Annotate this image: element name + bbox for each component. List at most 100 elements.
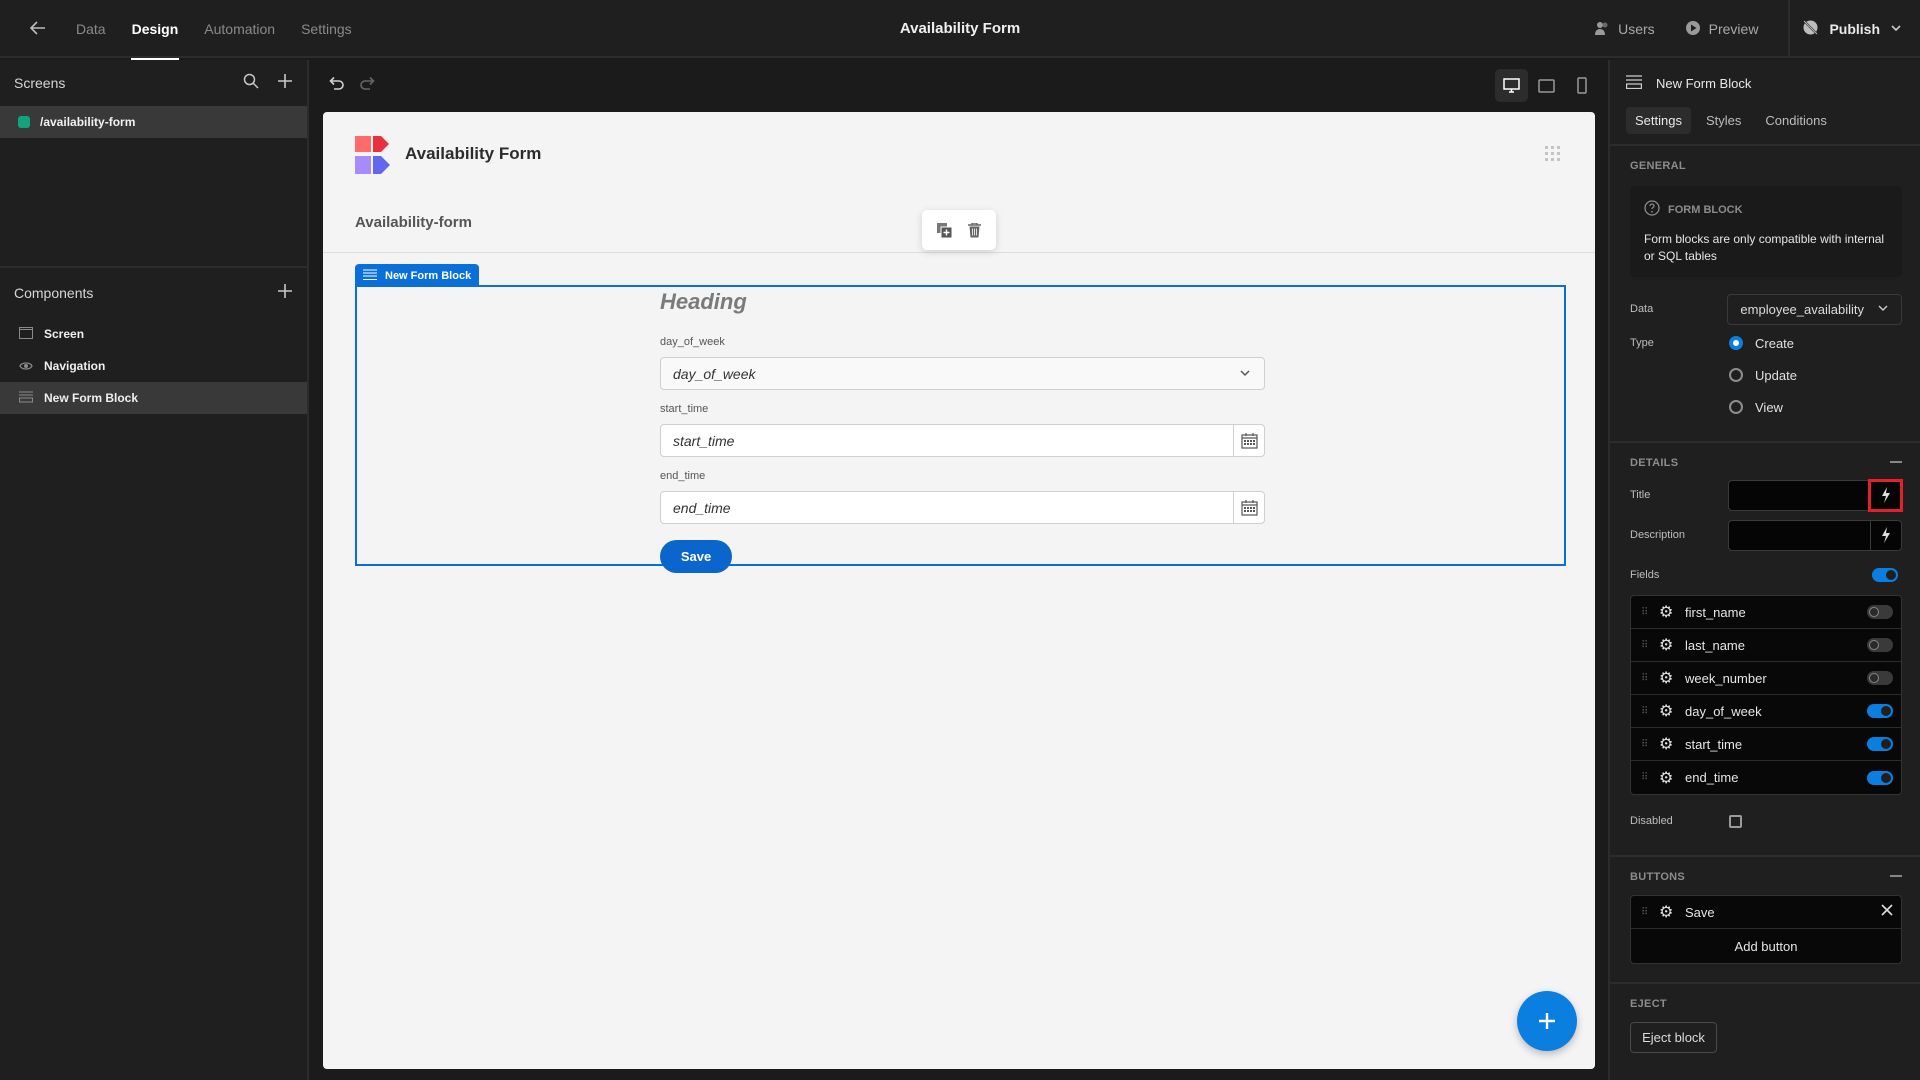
form-block-icon [18, 391, 34, 406]
close-icon[interactable] [1881, 903, 1893, 921]
calendar-icon[interactable] [1233, 425, 1264, 456]
data-source-value: employee_availability [1740, 301, 1864, 317]
info-box: FORM BLOCK Form blocks are only compatib… [1630, 186, 1902, 277]
radio-label: View [1755, 399, 1783, 415]
drag-handle-icon[interactable]: ⠿ [1641, 907, 1649, 918]
start-time-input[interactable]: start_time [660, 424, 1265, 457]
collapse-icon[interactable] [1890, 869, 1902, 885]
field-name: first_name [1685, 604, 1746, 620]
binding-lightning-icon[interactable] [1868, 478, 1903, 512]
nav-link[interactable]: Availability-form [355, 214, 472, 231]
search-icon[interactable] [243, 73, 259, 94]
button-row: ⠿ ⚙ Save [1631, 896, 1901, 929]
form-block-tag[interactable]: New Form Block [355, 264, 480, 287]
tab-settings-panel[interactable]: Settings [1626, 106, 1691, 134]
back-arrow-icon[interactable] [28, 18, 50, 40]
end-time-input[interactable]: end_time [660, 491, 1265, 524]
drag-handle-icon[interactable]: ⠿ [1641, 607, 1649, 618]
field-toggle[interactable] [1867, 671, 1893, 685]
field-toggle[interactable] [1867, 770, 1893, 785]
button-name: Save [1685, 904, 1715, 920]
redo-icon[interactable] [359, 74, 377, 97]
drag-handle-icon[interactable]: ⠿ [1641, 673, 1649, 684]
field-toggle[interactable] [1867, 737, 1893, 751]
add-component-fab[interactable] [1517, 991, 1577, 1051]
gear-icon[interactable]: ⚙ [1659, 734, 1673, 754]
field-toggle[interactable] [1867, 638, 1893, 652]
drag-handle-icon[interactable]: ⠿ [1641, 640, 1649, 651]
eject-section: EJECT Eject block [1610, 984, 1920, 1053]
component-item-new-form-block[interactable]: New Form Block [0, 382, 307, 414]
components-header: Components [0, 268, 307, 318]
tab-data[interactable]: Data [75, 0, 107, 58]
field-toggle[interactable] [1867, 704, 1893, 718]
tablet-view-icon[interactable] [1530, 69, 1563, 102]
drag-handle-icon[interactable]: ⠿ [1641, 772, 1649, 783]
users-icon [1594, 20, 1610, 39]
component-item-navigation[interactable]: Navigation [0, 350, 307, 382]
screen-item[interactable]: /availability-form [0, 106, 307, 138]
add-component-icon[interactable] [277, 283, 293, 304]
calendar-icon[interactable] [1233, 492, 1264, 523]
type-radio-update[interactable]: Update [1729, 359, 1902, 391]
day-of-week-select[interactable]: day_of_week [660, 357, 1265, 390]
preview-canvas[interactable]: Availability Form Availability-form New … [323, 112, 1595, 1069]
preview-label: Preview [1708, 21, 1759, 37]
tab-conditions[interactable]: Conditions [1756, 107, 1835, 134]
drag-grid-icon[interactable] [1545, 146, 1561, 162]
title-input-field[interactable] [1729, 481, 1870, 510]
general-title: GENERAL [1630, 160, 1686, 172]
type-radio-view[interactable]: View [1729, 391, 1902, 423]
buttons-title: BUTTONS [1630, 871, 1686, 883]
fields-toggle[interactable] [1872, 568, 1898, 582]
tab-styles[interactable]: Styles [1697, 107, 1750, 134]
title-label: Title [1630, 489, 1651, 501]
drag-handle-icon[interactable]: ⠿ [1641, 706, 1649, 717]
component-actions-popover [922, 210, 996, 250]
fields-list: ⠿ ⚙ first_name ⠿ ⚙ last_name ⠿ ⚙ week_nu… [1630, 595, 1902, 795]
gear-icon[interactable]: ⚙ [1659, 902, 1673, 922]
screens-header: Screens [0, 60, 307, 106]
design-area: Availability Form Availability-form New … [311, 60, 1608, 1080]
data-source-select[interactable]: employee_availability [1727, 293, 1902, 325]
form-save-button[interactable]: Save [660, 540, 732, 573]
gear-icon[interactable]: ⚙ [1659, 668, 1673, 688]
gear-icon[interactable]: ⚙ [1659, 635, 1673, 655]
canvas-toolbar [311, 60, 1608, 112]
undo-icon[interactable] [327, 74, 345, 97]
binding-lightning-icon[interactable] [1870, 520, 1901, 550]
add-button[interactable]: Add button [1631, 929, 1901, 963]
eject-block-button[interactable]: Eject block [1630, 1022, 1717, 1053]
preview-button[interactable]: Preview [1685, 20, 1759, 39]
form-block[interactable]: New Form Block Heading day_of_week day_o… [355, 264, 1566, 573]
gear-icon[interactable]: ⚙ [1659, 701, 1673, 721]
users-button[interactable]: Users [1594, 20, 1655, 39]
desktop-view-icon[interactable] [1495, 69, 1528, 102]
gear-icon[interactable]: ⚙ [1659, 602, 1673, 622]
add-screen-icon[interactable] [277, 73, 293, 94]
title-input [1727, 478, 1903, 512]
collapse-icon[interactable] [1890, 455, 1902, 471]
publish-button[interactable]: Publish [1788, 0, 1920, 58]
components-section: Components Screen Navigation New Form Bl… [0, 266, 307, 414]
type-radio-create[interactable]: Create [1729, 336, 1794, 351]
duplicate-icon[interactable] [936, 222, 952, 238]
tab-design[interactable]: Design [130, 0, 180, 60]
help-icon [1644, 200, 1660, 219]
field-toggle[interactable] [1867, 605, 1893, 619]
description-input-field[interactable] [1729, 521, 1870, 550]
disabled-checkbox[interactable] [1729, 814, 1742, 828]
mobile-view-icon[interactable] [1565, 69, 1598, 102]
drag-handle-icon[interactable]: ⠿ [1641, 739, 1649, 750]
tab-settings[interactable]: Settings [300, 0, 353, 58]
tab-automation[interactable]: Automation [203, 0, 276, 58]
field-row: ⠿ ⚙ week_number [1631, 662, 1901, 695]
component-item-screen[interactable]: Screen [0, 318, 307, 350]
form-content: Heading day_of_week day_of_week start_ti… [660, 287, 1265, 573]
form-block-tag-label: New Form Block [385, 269, 472, 282]
data-label: Data [1630, 303, 1654, 315]
gear-icon[interactable]: ⚙ [1659, 768, 1673, 788]
disabled-label: Disabled [1630, 815, 1673, 827]
trash-icon[interactable] [966, 222, 982, 238]
top-bar: Data Design Automation Settings Availabi… [0, 0, 1920, 60]
